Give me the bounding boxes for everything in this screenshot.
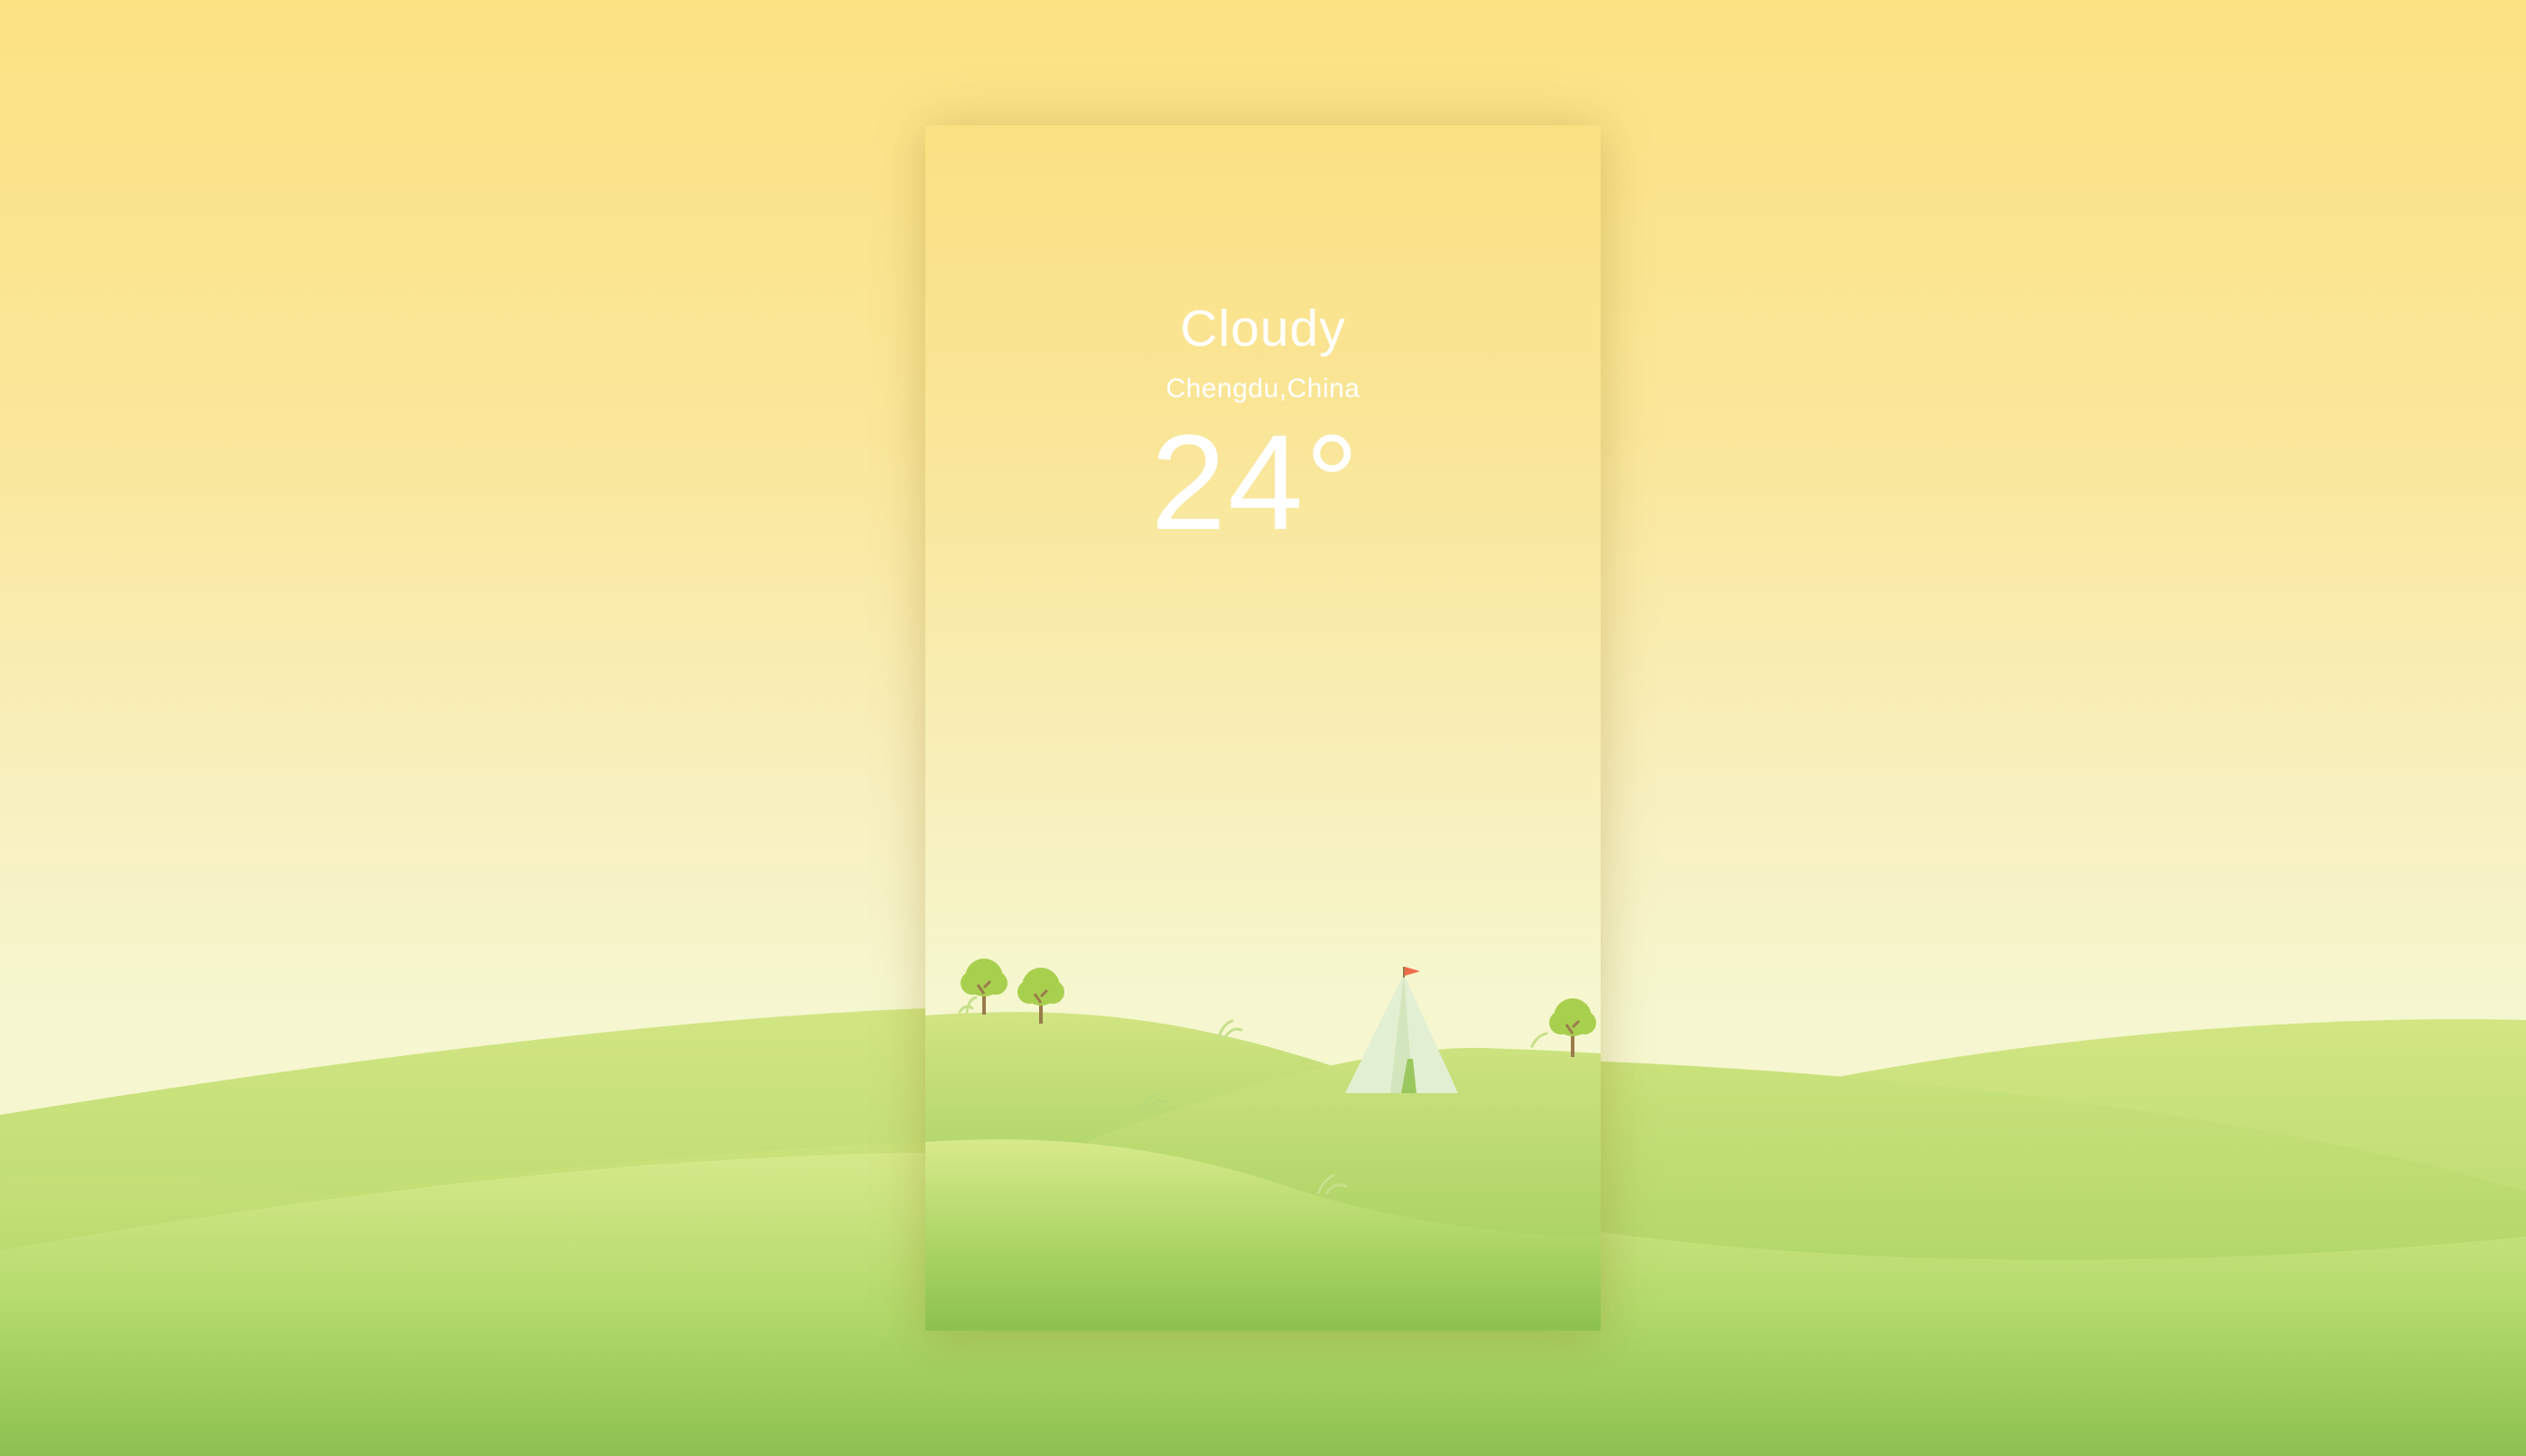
flag-icon: [1403, 967, 1420, 978]
weather-temperature: 24°: [1150, 406, 1361, 558]
grass-icon: [1217, 1019, 1243, 1039]
phone-screen: Cloudy Chengdu,China 24°: [925, 125, 1601, 1331]
tree-icon: [1549, 998, 1596, 1057]
grass-icon: [958, 996, 978, 1014]
weather-info: Cloudy Chengdu,China 24°: [925, 297, 1601, 550]
grass-icon: [1530, 1032, 1548, 1048]
weather-condition: Cloudy: [1180, 300, 1346, 357]
weather-location: Chengdu,China: [1165, 374, 1361, 403]
weather-app-showcase: Cloudy Chengdu,China 24°: [0, 0, 2526, 1456]
tent-icon: [1345, 974, 1458, 1093]
